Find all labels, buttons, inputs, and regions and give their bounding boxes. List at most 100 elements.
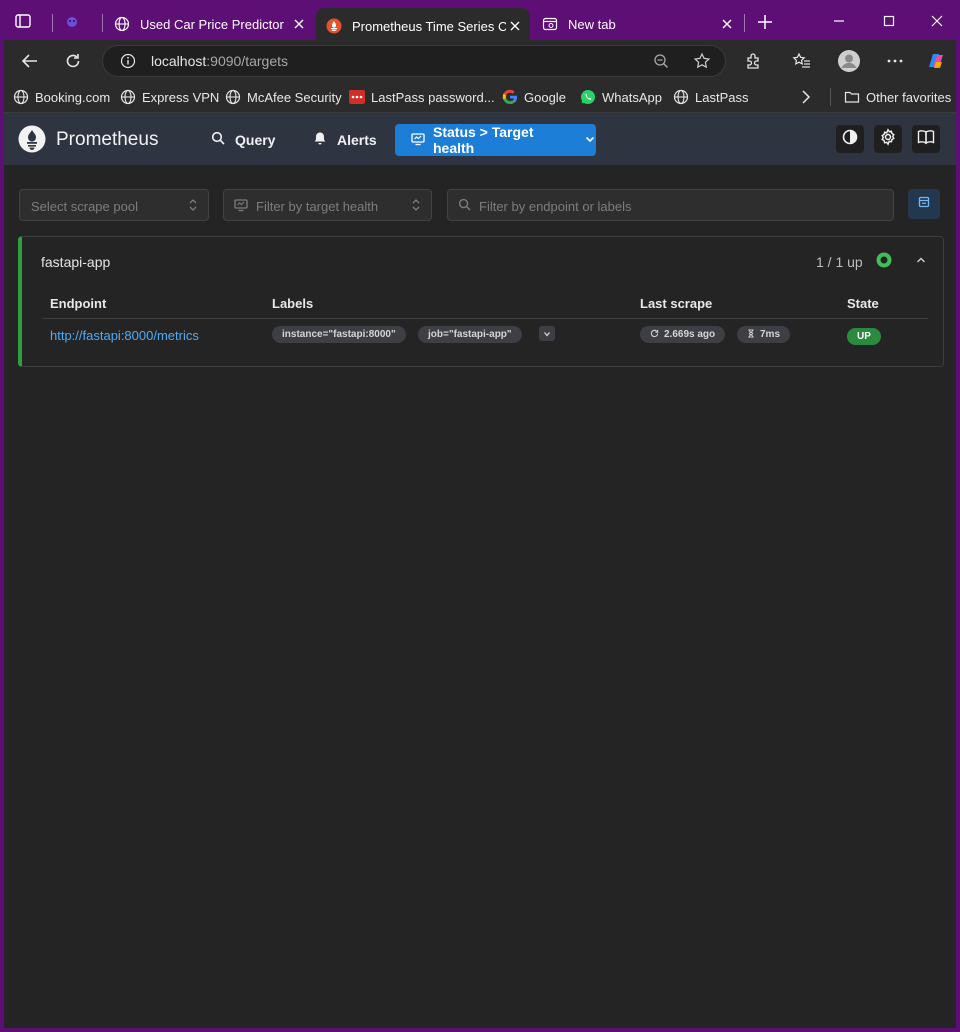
bookmarks-divider [830, 88, 831, 106]
tab-used-car-price-predictor[interactable]: Used Car Price Predictor [104, 8, 314, 40]
copilot-tab-icon[interactable] [64, 14, 80, 30]
profile-avatar-icon[interactable] [837, 49, 861, 73]
tab-strip: Used Car Price Predictor Prometheus Time… [4, 0, 956, 44]
brand-name[interactable]: Prometheus [56, 129, 158, 151]
browser-toolbar: localhost:9090/targets [4, 40, 956, 82]
bell-icon [313, 131, 327, 148]
docs-button[interactable] [912, 125, 940, 153]
tab-title: New tab [568, 16, 616, 32]
close-icon[interactable] [506, 17, 524, 35]
table-divider [42, 318, 928, 319]
extensions-icon[interactable] [744, 51, 764, 71]
favorites-icon[interactable] [792, 51, 812, 71]
address-bar[interactable]: localhost:9090/targets [102, 45, 726, 77]
bookmark-whatsapp[interactable]: WhatsApp [580, 88, 662, 106]
tab-separator [744, 14, 745, 32]
browser-window: Used Car Price Predictor Prometheus Time… [4, 0, 956, 1028]
new-tab-button[interactable] [756, 13, 774, 31]
endpoint-link[interactable]: http://fastapi:8000/metrics [50, 328, 199, 343]
bookmark-label: LastPass password... [371, 89, 495, 105]
globe-icon [120, 89, 136, 105]
bookmarks-bar: Booking.com Express VPN McAfee Security … [4, 82, 956, 113]
collapse-icon [918, 195, 930, 213]
bookmark-label: LastPass [695, 89, 749, 105]
bookmarks-overflow-chevron-icon[interactable] [800, 88, 812, 106]
label-pill-job: job="fastapi-app" [418, 326, 522, 343]
copilot-icon[interactable] [925, 50, 947, 72]
scrape-pool-select[interactable]: Select scrape pool [19, 189, 209, 221]
collapse-all-button[interactable] [908, 189, 940, 219]
close-icon[interactable] [290, 15, 308, 33]
last-scrape-ago: 2.669s ago [664, 329, 716, 340]
other-favorites-folder[interactable]: Other favorites [844, 88, 951, 106]
bookmark-google[interactable]: Google [502, 88, 566, 106]
tab-separator [52, 14, 53, 32]
bookmark-label: McAfee Security [247, 89, 342, 105]
site-info-icon[interactable] [120, 53, 136, 74]
newtab-icon [542, 16, 558, 32]
target-health-placeholder: Filter by target health [256, 199, 379, 214]
search-icon [211, 131, 225, 148]
back-icon[interactable] [20, 51, 40, 71]
target-health-filter[interactable]: Filter by target health [223, 189, 432, 221]
bookmark-label: Booking.com [35, 89, 111, 105]
state-badge: UP [847, 328, 881, 345]
url-path: :9090/targets [206, 53, 288, 69]
zoom-icon[interactable] [653, 53, 669, 74]
favorite-star-icon[interactable] [693, 52, 711, 75]
hourglass-icon [747, 328, 755, 341]
prometheus-logo-icon[interactable] [18, 125, 46, 153]
bookmark-lastpass[interactable]: LastPass [673, 88, 748, 106]
endpoint-search-input[interactable]: Filter by endpoint or labels [447, 189, 894, 221]
health-ring-icon [876, 252, 892, 268]
last-scrape-pill: 2.669s ago [640, 326, 726, 343]
globe-icon [13, 89, 29, 105]
bookmark-booking[interactable]: Booking.com [13, 88, 110, 106]
globe-icon [114, 16, 130, 32]
bookmark-mcafee[interactable]: McAfee Security [225, 88, 342, 106]
chevron-updown-icon [188, 198, 198, 215]
column-header-last-scrape: Last scrape [640, 296, 713, 311]
nav-query-label: Query [235, 131, 276, 148]
label-pill-instance: instance="fastapi:8000" [272, 326, 406, 343]
bookmark-express-vpn[interactable]: Express VPN [120, 88, 219, 106]
prometheus-icon [326, 18, 342, 34]
bookmark-label: Other favorites [866, 89, 952, 105]
tab-new-tab[interactable]: New tab [532, 8, 742, 40]
nav-alerts-label: Alerts [337, 131, 377, 148]
book-icon [917, 128, 935, 151]
monitor-icon [411, 132, 425, 149]
scrape-duration: 7ms [760, 329, 781, 340]
refresh-icon[interactable] [63, 51, 83, 71]
globe-icon [225, 89, 241, 105]
up-count: 1 / 1 up [816, 254, 863, 270]
scrape-duration-pill: 7ms [737, 326, 791, 343]
search-placeholder: Filter by endpoint or labels [479, 199, 632, 214]
nav-alerts[interactable]: Alerts [313, 131, 377, 148]
url-text: localhost:9090/targets [151, 53, 288, 69]
lastpass-icon [349, 89, 365, 105]
nav-query[interactable]: Query [211, 131, 275, 148]
close-window-icon[interactable] [928, 12, 946, 30]
minimize-icon[interactable] [830, 12, 848, 30]
globe-icon [673, 89, 689, 105]
status-menu-button[interactable]: Status > Target health [395, 124, 596, 156]
bookmark-lastpass-password[interactable]: LastPass password... [349, 88, 495, 106]
scrape-pool-placeholder: Select scrape pool [31, 199, 138, 214]
scrape-pool-card: fastapi-app 1 / 1 up Endpoint Labels Las… [18, 236, 944, 367]
tab-prometheus[interactable]: Prometheus Time Series Colle [316, 8, 530, 44]
tab-actions-icon[interactable] [14, 12, 32, 30]
theme-toggle-button[interactable] [836, 125, 864, 153]
label-text: job="fastapi-app" [428, 329, 512, 340]
chevron-up-icon[interactable] [915, 253, 927, 271]
close-icon[interactable] [718, 15, 736, 33]
tab-title: Used Car Price Predictor [140, 16, 284, 32]
folder-icon [844, 89, 860, 105]
bookmark-label: Google [524, 89, 566, 105]
more-options-icon[interactable] [885, 51, 905, 71]
contrast-icon [842, 129, 858, 150]
column-header-state: State [847, 296, 879, 311]
expand-labels-button[interactable] [539, 326, 555, 341]
maximize-icon[interactable] [880, 12, 898, 30]
settings-button[interactable] [874, 125, 902, 153]
